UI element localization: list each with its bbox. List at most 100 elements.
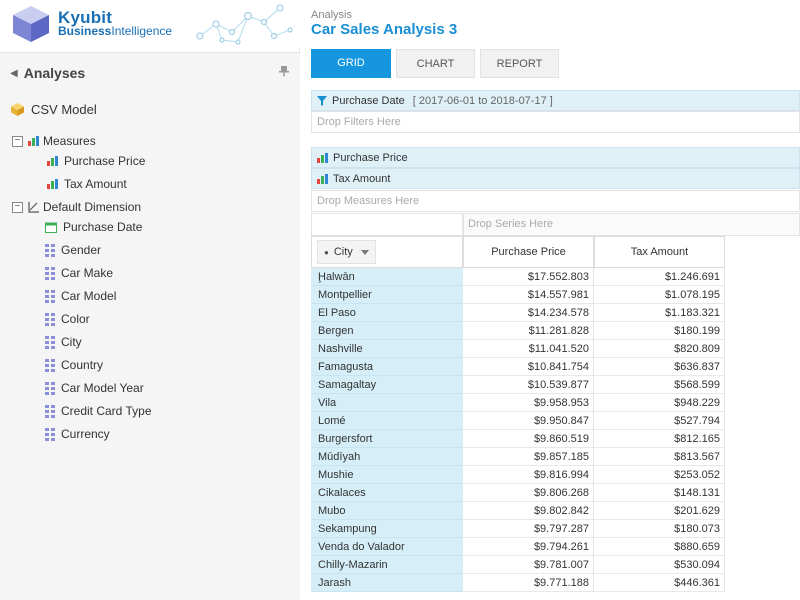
cell-purchase-price[interactable]: $9.860.519 — [463, 430, 594, 448]
row-header-city[interactable]: Montpellier — [311, 286, 463, 304]
cell-purchase-price[interactable]: $9.816.994 — [463, 466, 594, 484]
row-header-city[interactable]: Famagusta — [311, 358, 463, 376]
drop-measures-zone[interactable]: Drop Measures Here — [311, 190, 800, 212]
attribute-label: Gender — [61, 243, 102, 257]
grid-icon — [45, 405, 55, 418]
row-header-city[interactable]: Mubo — [311, 502, 463, 520]
cell-purchase-price[interactable]: $9.806.268 — [463, 484, 594, 502]
model-item[interactable]: CSV Model — [10, 100, 97, 118]
cell-purchase-price[interactable]: $17.552.803 — [463, 268, 594, 286]
dimension-attribute-item[interactable]: City — [45, 333, 82, 351]
cell-purchase-price[interactable]: $10.841.754 — [463, 358, 594, 376]
table-row: Venda do Valador $9.794.261 $880.659 — [311, 538, 725, 556]
cell-tax-amount[interactable]: $180.199 — [594, 322, 725, 340]
cell-tax-amount[interactable]: $148.131 — [594, 484, 725, 502]
measure-label: Purchase Price — [64, 154, 146, 168]
cell-tax-amount[interactable]: $527.794 — [594, 412, 725, 430]
row-header-city[interactable]: Lomé — [311, 412, 463, 430]
column-header-purchase-price[interactable]: Purchase Price — [463, 236, 594, 268]
cell-tax-amount[interactable]: $180.073 — [594, 520, 725, 538]
panel-title: Analyses — [23, 65, 86, 81]
dimension-attribute-item[interactable]: Country — [45, 356, 103, 374]
cell-tax-amount[interactable]: $636.837 — [594, 358, 725, 376]
chevron-down-icon[interactable] — [360, 249, 369, 255]
tab-chart[interactable]: CHART — [396, 49, 475, 78]
collapse-dimension-toggle[interactable]: − — [12, 201, 23, 213]
row-header-city[interactable]: Mushie — [311, 466, 463, 484]
dimension-attribute-item[interactable]: Car Make — [45, 264, 113, 282]
grid-icon — [45, 313, 55, 326]
cell-tax-amount[interactable]: $446.361 — [594, 574, 725, 592]
cell-purchase-price[interactable]: $11.041.520 — [463, 340, 594, 358]
cell-purchase-price[interactable]: $9.771.188 — [463, 574, 594, 592]
cell-purchase-price[interactable]: $14.234.578 — [463, 304, 594, 322]
measure-item-tax-amount[interactable]: Tax Amount — [47, 175, 127, 193]
dimension-attribute-item[interactable]: Car Model Year — [45, 379, 144, 397]
dimension-attribute-item[interactable]: Car Model — [45, 287, 116, 305]
row-header-city[interactable]: Jarash — [311, 574, 463, 592]
row-header-city[interactable]: Samagaltay — [311, 376, 463, 394]
dimension-attribute-item[interactable]: Color — [45, 310, 90, 328]
measure-chip-purchase-price[interactable]: Purchase Price — [311, 147, 800, 168]
cell-purchase-price[interactable]: $9.802.842 — [463, 502, 594, 520]
cell-tax-amount[interactable]: $820.809 — [594, 340, 725, 358]
cell-purchase-price[interactable]: $9.794.261 — [463, 538, 594, 556]
cell-tax-amount[interactable]: $880.659 — [594, 538, 725, 556]
table-row: Cikalaces $9.806.268 $148.131 — [311, 484, 725, 502]
panel-header[interactable]: ◀ Analyses — [10, 63, 85, 83]
cell-purchase-price[interactable]: $9.797.287 — [463, 520, 594, 538]
row-header-city[interactable]: Chilly-Mazarin — [311, 556, 463, 574]
drop-series-zone[interactable]: Drop Series Here — [463, 213, 800, 236]
measures-group-label: Measures — [43, 134, 96, 148]
row-header-city[interactable]: Mūdīyah — [311, 448, 463, 466]
cell-tax-amount[interactable]: $201.629 — [594, 502, 725, 520]
row-header-city[interactable]: Sekampung — [311, 520, 463, 538]
bar-chart-icon — [28, 136, 39, 146]
dimension-attribute-item[interactable]: Currency — [45, 425, 110, 443]
row-header-city[interactable]: Nashville — [311, 340, 463, 358]
row-header-city[interactable]: Ḩalwān — [311, 268, 463, 286]
measure-item-purchase-price[interactable]: Purchase Price — [47, 152, 145, 170]
cell-tax-amount[interactable]: $948.229 — [594, 394, 725, 412]
filter-chip[interactable]: Purchase Date [ 2017-06-01 to 2018-07-17… — [311, 90, 800, 111]
row-header-city[interactable]: Cikalaces — [311, 484, 463, 502]
dimension-attribute-item[interactable]: Credit Card Type — [45, 402, 152, 420]
cell-purchase-price[interactable]: $9.781.007 — [463, 556, 594, 574]
cell-purchase-price[interactable]: $9.958.953 — [463, 394, 594, 412]
cell-tax-amount[interactable]: $1.183.321 — [594, 304, 725, 322]
measures-group[interactable]: − Measures — [12, 132, 96, 150]
row-header-city[interactable]: El Paso — [311, 304, 463, 322]
cell-purchase-price[interactable]: $14.557.981 — [463, 286, 594, 304]
cell-tax-amount[interactable]: $568.599 — [594, 376, 725, 394]
tab-grid[interactable]: GRID — [311, 49, 391, 78]
row-header-city[interactable]: Bergen — [311, 322, 463, 340]
cell-tax-amount[interactable]: $1.078.195 — [594, 286, 725, 304]
row-header-city[interactable]: Venda do Valador — [311, 538, 463, 556]
collapse-measures-toggle[interactable]: − — [12, 135, 23, 147]
breadcrumb[interactable]: Analysis — [311, 9, 352, 21]
cell-tax-amount[interactable]: $812.165 — [594, 430, 725, 448]
cell-tax-amount[interactable]: $1.246.691 — [594, 268, 725, 286]
attribute-label: City — [61, 335, 82, 349]
table-row: Chilly-Mazarin $9.781.007 $530.094 — [311, 556, 725, 574]
cell-purchase-price[interactable]: $9.950.847 — [463, 412, 594, 430]
dimension-attribute-item[interactable]: Gender — [45, 241, 101, 259]
dimension-group[interactable]: − Default Dimension — [12, 198, 141, 216]
pin-icon[interactable] — [278, 65, 290, 77]
row-field-chip-city[interactable]: ● City — [317, 240, 376, 264]
cell-tax-amount[interactable]: $530.094 — [594, 556, 725, 574]
drop-filters-zone[interactable]: Drop Filters Here — [311, 111, 800, 133]
cell-purchase-price[interactable]: $11.281.828 — [463, 322, 594, 340]
logo: Kyubit BusinessIntelligence — [0, 0, 300, 48]
cell-tax-amount[interactable]: $813.567 — [594, 448, 725, 466]
row-header-city[interactable]: Burgersfort — [311, 430, 463, 448]
column-header-tax-amount[interactable]: Tax Amount — [594, 236, 725, 268]
cell-purchase-price[interactable]: $9.857.185 — [463, 448, 594, 466]
cell-tax-amount[interactable]: $253.052 — [594, 466, 725, 484]
cell-purchase-price[interactable]: $10.539.877 — [463, 376, 594, 394]
row-header-city[interactable]: Vila — [311, 394, 463, 412]
measure-chip-tax-amount[interactable]: Tax Amount — [311, 168, 800, 189]
dimension-item-purchase-date[interactable]: Purchase Date — [45, 218, 142, 236]
tab-report[interactable]: REPORT — [480, 49, 559, 78]
caret-left-icon[interactable]: ◀ — [10, 68, 18, 79]
